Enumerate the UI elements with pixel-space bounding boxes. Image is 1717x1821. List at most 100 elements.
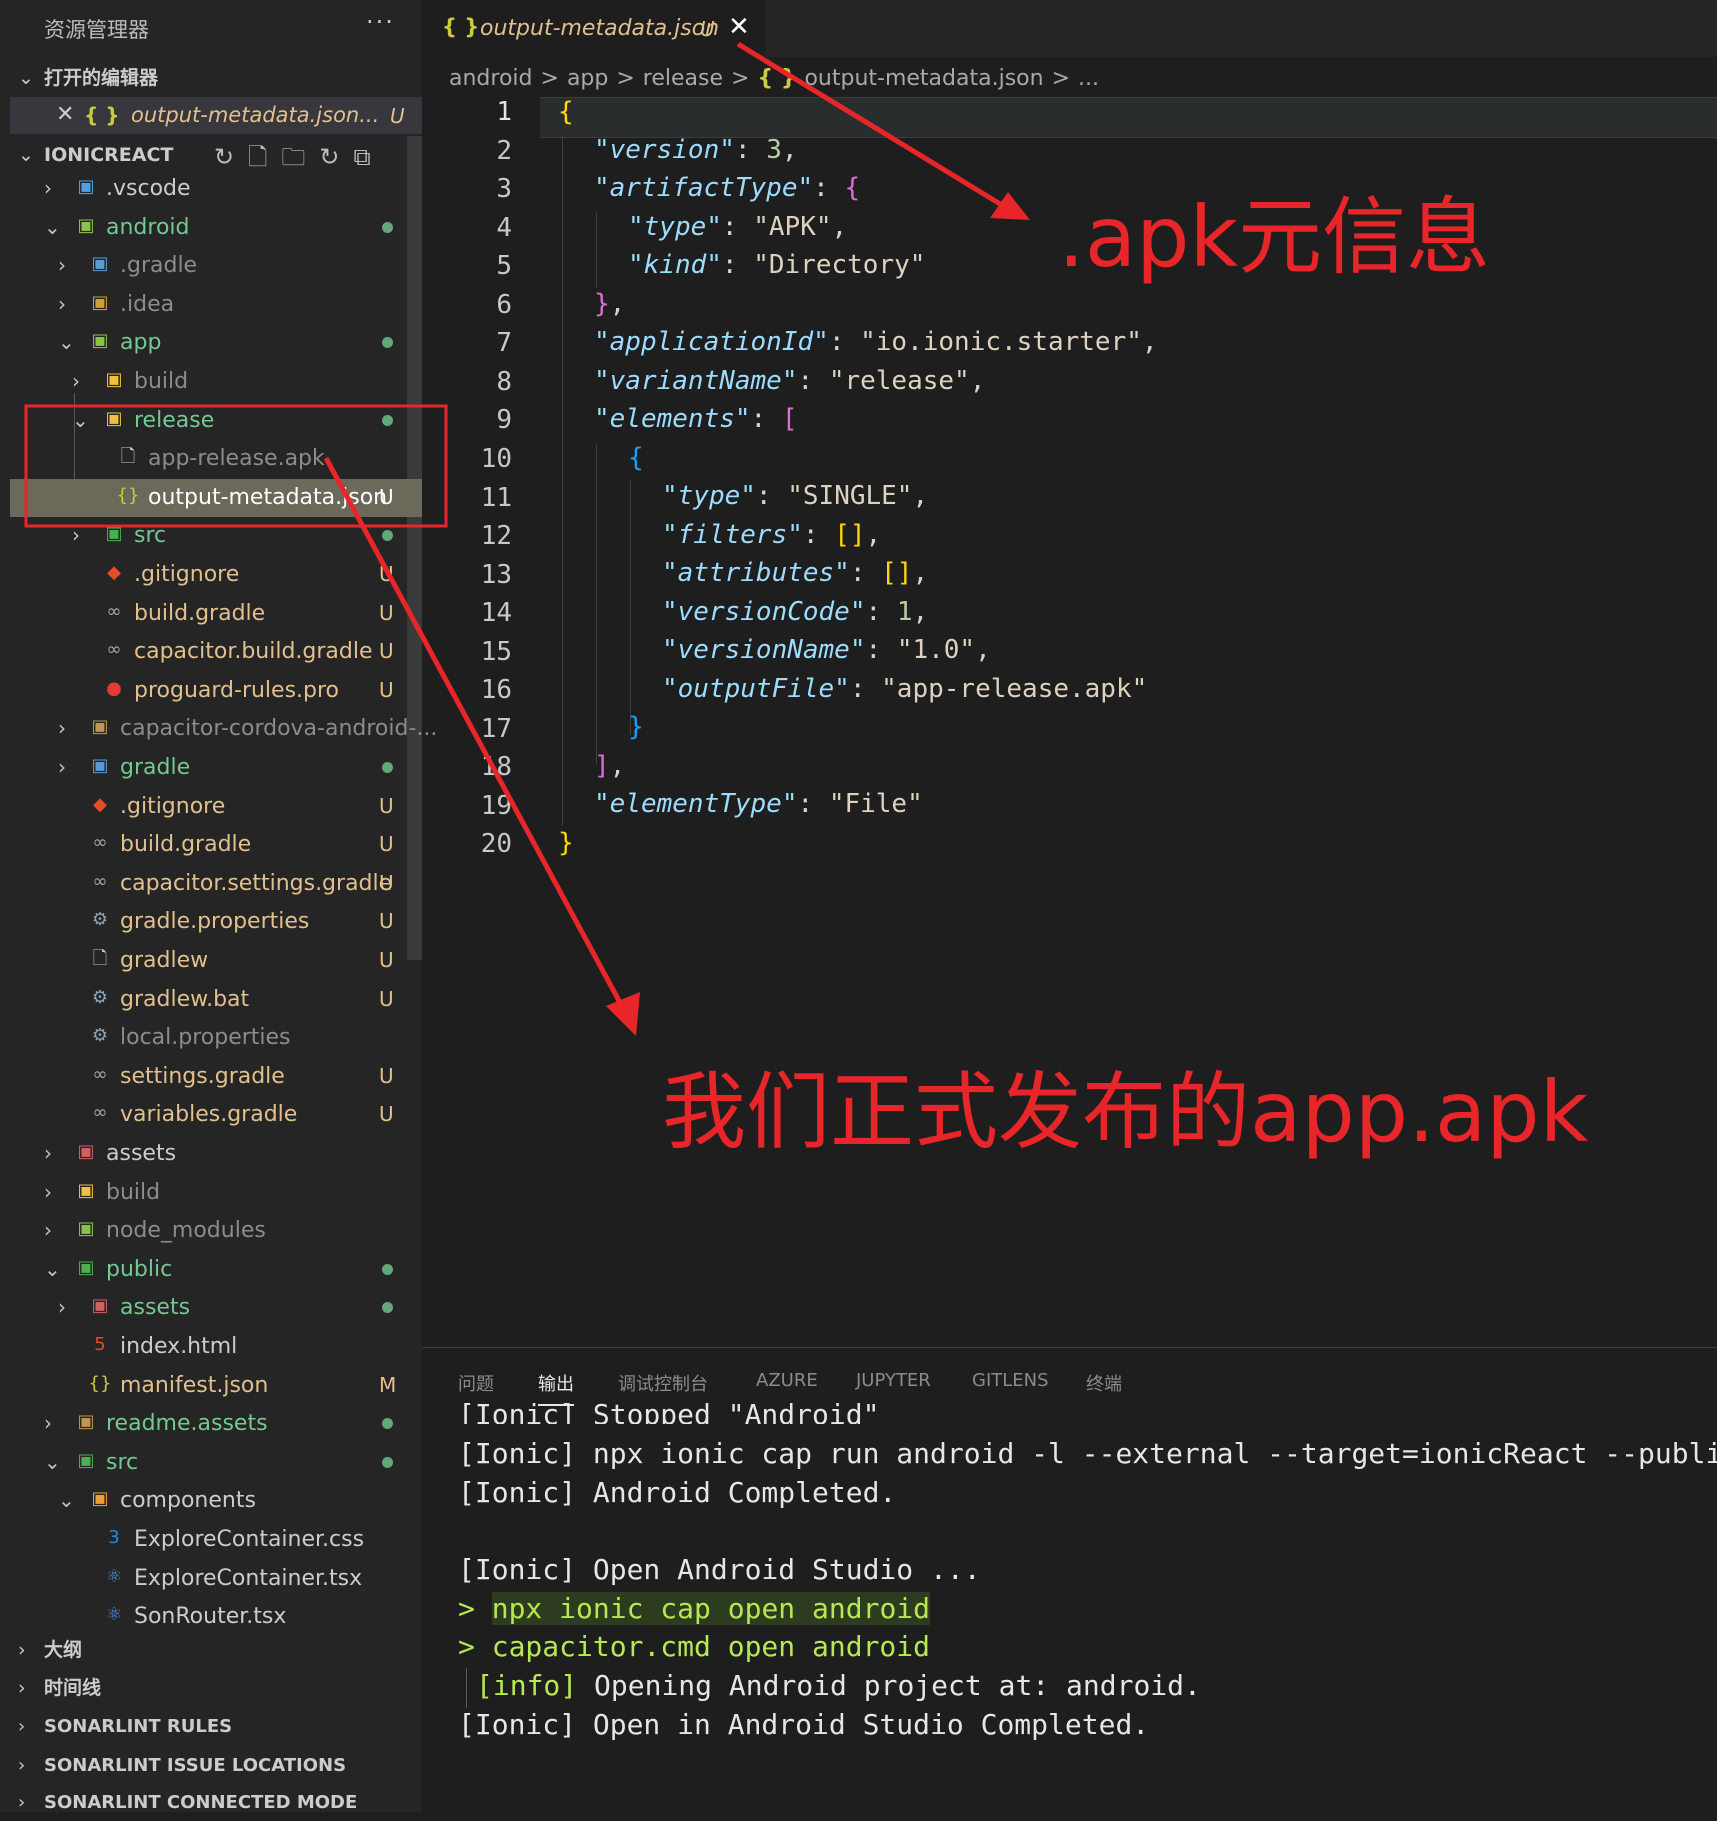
tree-item-label: build.gradle [120, 832, 252, 858]
tab-problems[interactable]: 问题 [458, 1370, 494, 1396]
tree-item[interactable]: › ▣ src [10, 517, 422, 555]
chevron-right-icon[interactable]: › [72, 523, 80, 547]
section-timeline[interactable]: › 时间线 [18, 1670, 101, 1706]
tree-item[interactable]: › ▣ build [10, 363, 422, 401]
tree-item[interactable]: ∞ build.gradle U [10, 595, 422, 633]
tree-item[interactable]: ∞ capacitor.settings.gradle U [10, 865, 422, 903]
tree-item[interactable]: ◆ .gitignore U [10, 556, 422, 594]
chevron-right-icon[interactable]: › [58, 716, 66, 740]
close-tab-icon[interactable]: ✕ [728, 12, 750, 42]
tree-item[interactable]: ◆ .gitignore U [10, 788, 422, 826]
tab-azure[interactable]: AZURE [756, 1370, 818, 1391]
line-number: 7 [496, 328, 512, 359]
tree-item[interactable]: {} manifest.json M [10, 1367, 422, 1405]
chevron-down-icon[interactable]: ⌄ [58, 1488, 75, 1512]
chevron-right-icon[interactable]: › [44, 1411, 52, 1435]
file-type-icon: ▣ [77, 214, 95, 236]
chevron-down-icon[interactable]: ⌄ [44, 215, 61, 239]
tree-item[interactable]: ⌄ ▣ src [10, 1444, 422, 1482]
tab-jupyter[interactable]: JUPYTER [856, 1370, 931, 1391]
open-editor-item[interactable]: ✕ { } output-metadata.json... U [10, 97, 422, 134]
tree-item[interactable]: ⚛ SonRouter.tsx [10, 1598, 422, 1636]
tab-terminal[interactable]: 终端 [1086, 1370, 1122, 1396]
tree-item-label: assets [106, 1141, 177, 1166]
line-number: 3 [496, 174, 512, 205]
tree-item[interactable]: ⌄ ▣ android [10, 209, 422, 247]
tree-item-label: build [134, 369, 189, 394]
chevron-down-icon[interactable]: ⌄ [58, 330, 75, 354]
git-status: U [379, 832, 394, 857]
tree-item[interactable]: › ▣ .idea [10, 286, 422, 324]
tree-item[interactable]: › ▣ node_modules [10, 1212, 422, 1250]
tree-item[interactable]: ∞ settings.gradle U [10, 1058, 422, 1096]
section-open-editors[interactable]: ⌄ 打开的编辑器 [18, 60, 158, 96]
tree-item[interactable]: › ▣ assets [10, 1135, 422, 1173]
tree-item[interactable]: ∞ variables.gradle U [10, 1096, 422, 1134]
breadcrumb-android[interactable]: android [449, 66, 533, 91]
tree-item[interactable]: › ▣ assets [10, 1289, 422, 1327]
section-sonarlint-issue-locations[interactable]: › SONARLINT ISSUE LOCATIONS [18, 1748, 346, 1784]
breadcrumb-file[interactable]: output-metadata.json [804, 66, 1043, 91]
code-line-4: "type": "APK", [628, 212, 848, 242]
tree-item[interactable]: ● proguard-rules.pro U [10, 672, 422, 710]
tree-item[interactable]: ⌄ ▣ components [10, 1482, 422, 1520]
tree-item[interactable]: ⚙ gradle.properties U [10, 903, 422, 941]
tree-item[interactable]: ∞ capacitor.build.gradle U [10, 633, 422, 671]
tree-item[interactable]: ⌄ ▣ app [10, 324, 422, 362]
file-type-icon: ▣ [77, 1411, 95, 1433]
tree-item[interactable]: › ▣ capacitor-cordova-android-... [10, 710, 437, 748]
editor-tab[interactable]: { } output-metadata.json U ✕ [422, 0, 766, 57]
chevron-right-icon[interactable]: › [58, 1295, 66, 1319]
tree-item[interactable]: 3 ExploreContainer.css [10, 1521, 422, 1559]
section-project[interactable]: ⌄ IONICREACT [18, 137, 173, 173]
chevron-down-icon[interactable]: ⌄ [72, 408, 89, 432]
section-outline[interactable]: › 大纲 [18, 1632, 82, 1668]
chevron-down-icon[interactable]: ⌄ [44, 1257, 61, 1281]
chevron-right-icon[interactable]: › [44, 1180, 52, 1204]
close-icon[interactable]: ✕ [56, 102, 74, 127]
chevron-right-icon[interactable]: › [44, 1141, 52, 1165]
tree-item-label: gradle.properties [120, 909, 310, 935]
file-type-icon: ▣ [77, 1179, 95, 1201]
tree-item-label: manifest.json [120, 1372, 269, 1398]
line-number: 11 [480, 482, 512, 513]
breadcrumb-release[interactable]: release [643, 66, 723, 91]
section-sonarlint-rules[interactable]: › SONARLINT RULES [18, 1709, 232, 1745]
tab-gitlens[interactable]: GITLENS [972, 1370, 1049, 1391]
tree-item[interactable]: › ▣ build [10, 1174, 422, 1212]
collapse-all-icon[interactable]: ⧉ [354, 143, 385, 171]
tree-item[interactable]: {} output-metadata.json U [10, 478, 422, 517]
tree-item[interactable]: › ▣ readme.assets [10, 1405, 422, 1443]
tree-item[interactable]: 🗋 app-release.apk [10, 440, 422, 478]
chevron-down-icon: ⌄ [18, 144, 34, 166]
chevron-right-icon[interactable]: › [44, 1218, 52, 1242]
tree-item[interactable]: ⚙ local.properties [10, 1019, 422, 1057]
tree-item[interactable]: ⌄ ▣ public [10, 1251, 422, 1289]
tree-item[interactable]: ∞ build.gradle U [10, 826, 422, 864]
tab-debug-console[interactable]: 调试控制台 [618, 1370, 708, 1396]
reload-icon[interactable]: ↻ [319, 143, 353, 171]
tree-item[interactable]: ⚙ gradlew.bat U [10, 981, 422, 1019]
chevron-right-icon[interactable]: › [58, 292, 66, 316]
tree-item[interactable]: 🗋 gradlew U [10, 942, 422, 980]
tree-item[interactable]: › ▣ .vscode [10, 170, 422, 208]
chevron-right-icon[interactable]: › [58, 755, 66, 779]
chevron-right-icon[interactable]: › [72, 369, 80, 393]
tree-item[interactable]: › ▣ .gradle [10, 247, 422, 285]
chevron-down-icon[interactable]: ⌄ [44, 1450, 61, 1474]
refresh-icon[interactable]: ↻ [214, 143, 248, 171]
code-line-14: "versionCode": 1, [662, 597, 929, 627]
indent-guide [630, 480, 631, 735]
section-sonarlint-connected-mode[interactable]: › SONARLINT CONNECTED MODE [18, 1785, 357, 1821]
chevron-right-icon[interactable]: › [58, 253, 66, 277]
more-actions-icon[interactable]: ··· [366, 8, 395, 36]
tree-item[interactable]: 5 index.html [10, 1328, 422, 1366]
chevron-right-icon[interactable]: › [44, 176, 52, 200]
breadcrumb-app[interactable]: app [567, 66, 608, 91]
tree-item[interactable]: ⌄ ▣ release [10, 402, 422, 440]
tree-item[interactable]: ⚛ ExploreContainer.tsx [10, 1560, 422, 1598]
tree-item[interactable]: › ▣ gradle [10, 749, 422, 787]
new-file-icon[interactable]: 🗋 [248, 143, 281, 171]
breadcrumb-symbol[interactable]: ... [1078, 66, 1099, 91]
new-folder-icon[interactable]: 🗀 [281, 143, 319, 171]
